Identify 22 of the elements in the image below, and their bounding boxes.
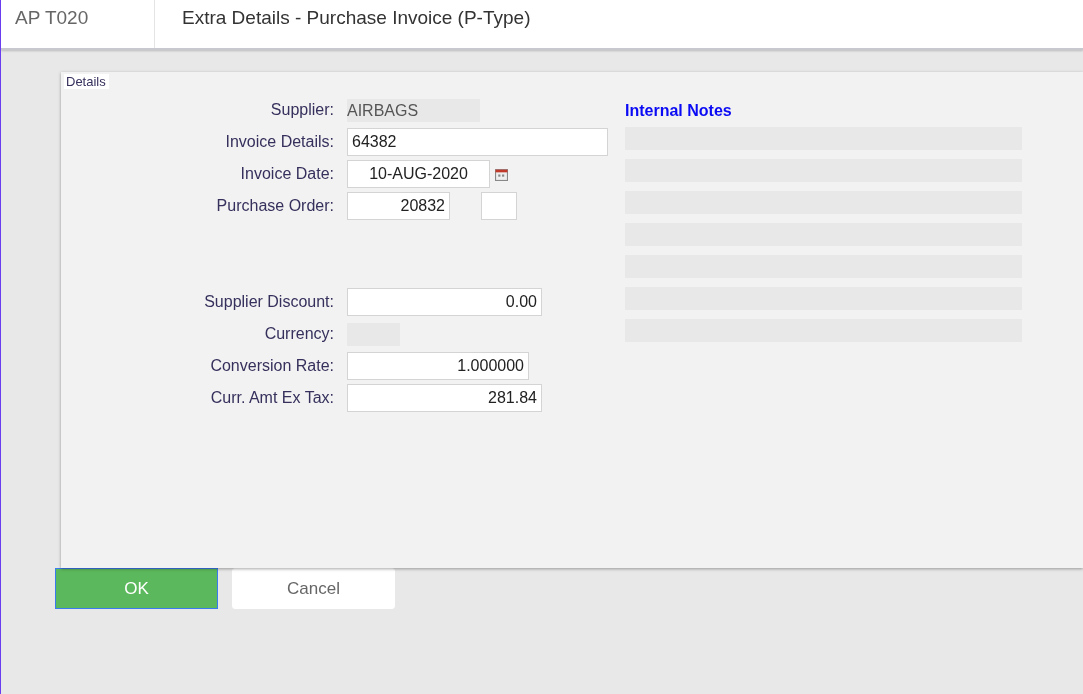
input-field[interactable]: [481, 192, 517, 220]
field-label: Curr. Amt Ex Tax:: [209, 389, 334, 407]
readonly-field: AIRBAGS: [347, 98, 480, 122]
input-field[interactable]: 20832: [347, 192, 450, 220]
panel-legend: Details: [64, 74, 109, 89]
window-title: Extra Details - Purchase Invoice (P-Type): [181, 6, 531, 30]
field-label: Conversion Rate:: [209, 357, 334, 375]
cancel-button[interactable]: Cancel: [232, 568, 395, 609]
input-field[interactable]: 281.84: [347, 384, 542, 412]
input-field[interactable]: 10-AUG-2020: [347, 160, 490, 188]
input-field[interactable]: 1.000000: [347, 352, 529, 380]
field-label: Purchase Order:: [215, 197, 334, 215]
field-label: Supplier Discount:: [203, 293, 334, 311]
input-field[interactable]: 64382: [347, 128, 608, 156]
notes-heading: Internal Notes: [625, 101, 733, 121]
field-label: Invoice Details:: [224, 133, 334, 151]
input-field[interactable]: 0.00: [347, 288, 542, 316]
screen-code: AP T020: [1, 0, 155, 48]
field-label: Supplier:: [269, 101, 334, 119]
field-label: Currency:: [263, 325, 334, 343]
calendar-icon[interactable]: [495, 167, 508, 181]
field-label: Invoice Date:: [239, 165, 334, 183]
